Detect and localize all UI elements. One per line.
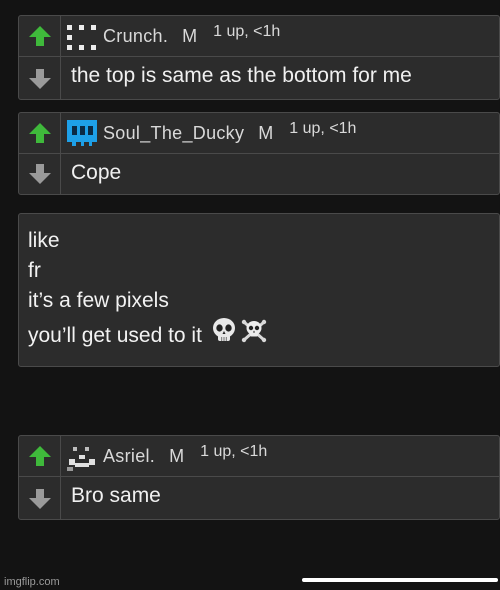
comment-card: Soul_The_Ducky M 1 up, <1h Cope — [18, 112, 500, 195]
upvote-arrow-icon — [29, 26, 51, 46]
upvote-arrow-icon — [29, 123, 51, 143]
vote-column — [19, 16, 61, 99]
home-indicator — [302, 578, 498, 582]
mod-badge: M — [258, 122, 274, 143]
note-line: you’ll get used to it — [28, 323, 202, 347]
username-link[interactable]: Soul_The_Ducky — [103, 123, 244, 144]
comment-card: Asriel. M 1 up, <1h Bro same — [18, 435, 500, 520]
vote-column — [19, 113, 61, 194]
downvote-button[interactable] — [19, 154, 61, 194]
comment-header: Asriel. M 1 up, <1h — [65, 440, 267, 472]
downvote-arrow-icon — [29, 489, 51, 509]
username-link[interactable]: Asriel. — [103, 446, 155, 467]
imgflip-watermark: imgflip.com — [4, 576, 60, 588]
note-line-with-emoji: you’ll get used to it — [28, 316, 499, 355]
blue-pixel-ghost-avatar-icon[interactable] — [65, 118, 99, 148]
comment-card: Crunch. M 1 up, <1h the top is same as t… — [18, 15, 500, 100]
comment-header: Soul_The_Ducky M 1 up, <1h — [65, 117, 356, 149]
username-link[interactable]: Crunch. — [103, 26, 168, 47]
downvote-button[interactable] — [19, 479, 61, 519]
note-line: fr — [28, 259, 41, 282]
comment-meta: 1 up, <1h — [289, 120, 357, 137]
downvote-arrow-icon — [29, 69, 51, 89]
downvote-button[interactable] — [19, 59, 61, 99]
skull-emoji-icon — [210, 316, 238, 355]
comment-header: Crunch. M 1 up, <1h — [65, 20, 280, 52]
comment-meta: 1 up, <1h — [200, 443, 268, 460]
pixel-face-avatar-icon[interactable] — [65, 441, 99, 471]
upvote-button[interactable] — [19, 16, 61, 57]
comment-text: Bro same — [71, 484, 161, 507]
vote-column — [19, 436, 61, 519]
note-line: it’s a few pixels — [28, 289, 169, 312]
dotted-pixel-avatar-icon[interactable] — [65, 21, 99, 51]
header-divider — [61, 153, 499, 154]
comment-meta: 1 up, <1h — [213, 23, 281, 40]
upvote-button[interactable] — [19, 436, 61, 477]
upvote-arrow-icon — [29, 446, 51, 466]
note-card: like fr it’s a few pixels you’ll get use… — [18, 213, 500, 367]
comment-text: Cope — [71, 161, 122, 184]
mod-badge: M — [169, 445, 185, 466]
mod-badge: M — [182, 25, 198, 46]
downvote-arrow-icon — [29, 164, 51, 184]
comment-text: the top is same as the bottom for me — [71, 64, 412, 87]
note-line: like — [28, 229, 60, 252]
skull-crossbones-emoji-icon — [240, 316, 268, 355]
upvote-button[interactable] — [19, 113, 61, 154]
